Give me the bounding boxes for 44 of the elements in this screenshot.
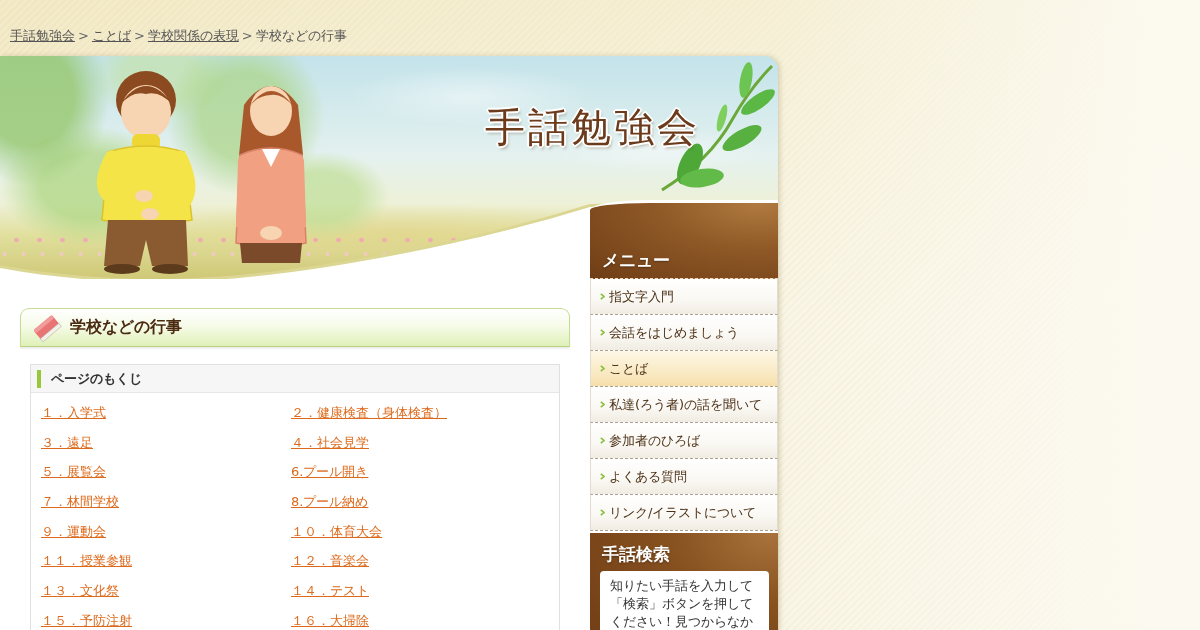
menu-item[interactable]: 参加者のひろば: [590, 423, 778, 459]
menu-item[interactable]: ことば: [590, 351, 778, 387]
toc-title: ページのもくじ: [51, 369, 142, 388]
chevron-icon: [600, 293, 605, 300]
breadcrumb-separator: >: [78, 27, 89, 44]
chevron-icon: [600, 401, 605, 408]
toc-link[interactable]: １２．音楽会: [291, 552, 369, 571]
toc-link[interactable]: １３．文化祭: [41, 582, 119, 601]
toc-link[interactable]: １０．体育大会: [291, 522, 382, 541]
toc-link[interactable]: ３．遠足: [41, 433, 93, 452]
chevron-icon: [600, 437, 605, 444]
toc-link[interactable]: 8.プール納め: [291, 493, 369, 512]
chevron-icon: [600, 329, 605, 336]
toc-link[interactable]: １．入学式: [41, 404, 106, 422]
accent-bar: [37, 369, 41, 388]
toc-link[interactable]: １１．授業参観: [41, 552, 132, 571]
toc-link[interactable]: １６．大掃除: [291, 611, 369, 630]
breadcrumb-current: 学校などの行事: [255, 27, 347, 44]
menu-item[interactable]: 私達(ろう者)の話を聞いて: [590, 387, 778, 423]
menu-item[interactable]: 会話をはじめましょう: [590, 315, 778, 351]
breadcrumb-link[interactable]: ことば: [91, 27, 131, 44]
site-title: 手話勉強会: [485, 103, 700, 152]
toc-link[interactable]: 6.プール開き: [291, 463, 369, 482]
chevron-icon: [600, 473, 605, 480]
toc-link[interactable]: ２．健康検査（身体検査）: [291, 404, 447, 422]
chevron-icon: [600, 509, 605, 516]
menu-item[interactable]: リンク/イラストについて: [590, 495, 778, 531]
breadcrumb-separator: >: [133, 27, 145, 44]
menu-item[interactable]: よくある質問: [590, 459, 778, 495]
page-title: 学校などの行事: [70, 317, 182, 338]
toc-link[interactable]: ５．展覧会: [41, 463, 106, 482]
breadcrumb-separator: >: [241, 27, 253, 44]
toc-link[interactable]: ９．運動会: [41, 522, 106, 541]
breadcrumb-link[interactable]: 学校関係の表現: [147, 27, 239, 44]
search-description: 知りたい手話を入力して「検索」ボタンを押してください！見つからなか: [600, 571, 769, 630]
toc-link[interactable]: １４．テスト: [291, 582, 369, 601]
toc-link[interactable]: ７．林間学校: [41, 493, 119, 512]
menu-item[interactable]: 指文字入門: [590, 279, 778, 315]
toc-link[interactable]: ４．社会見学: [291, 433, 369, 452]
search-heading: 手話検索: [602, 543, 671, 566]
toc-link[interactable]: １５．予防注射: [41, 611, 132, 630]
breadcrumb-link[interactable]: 手話勉強会: [10, 27, 75, 44]
menu-heading: メニュー: [590, 200, 778, 279]
chevron-icon: [600, 365, 605, 372]
